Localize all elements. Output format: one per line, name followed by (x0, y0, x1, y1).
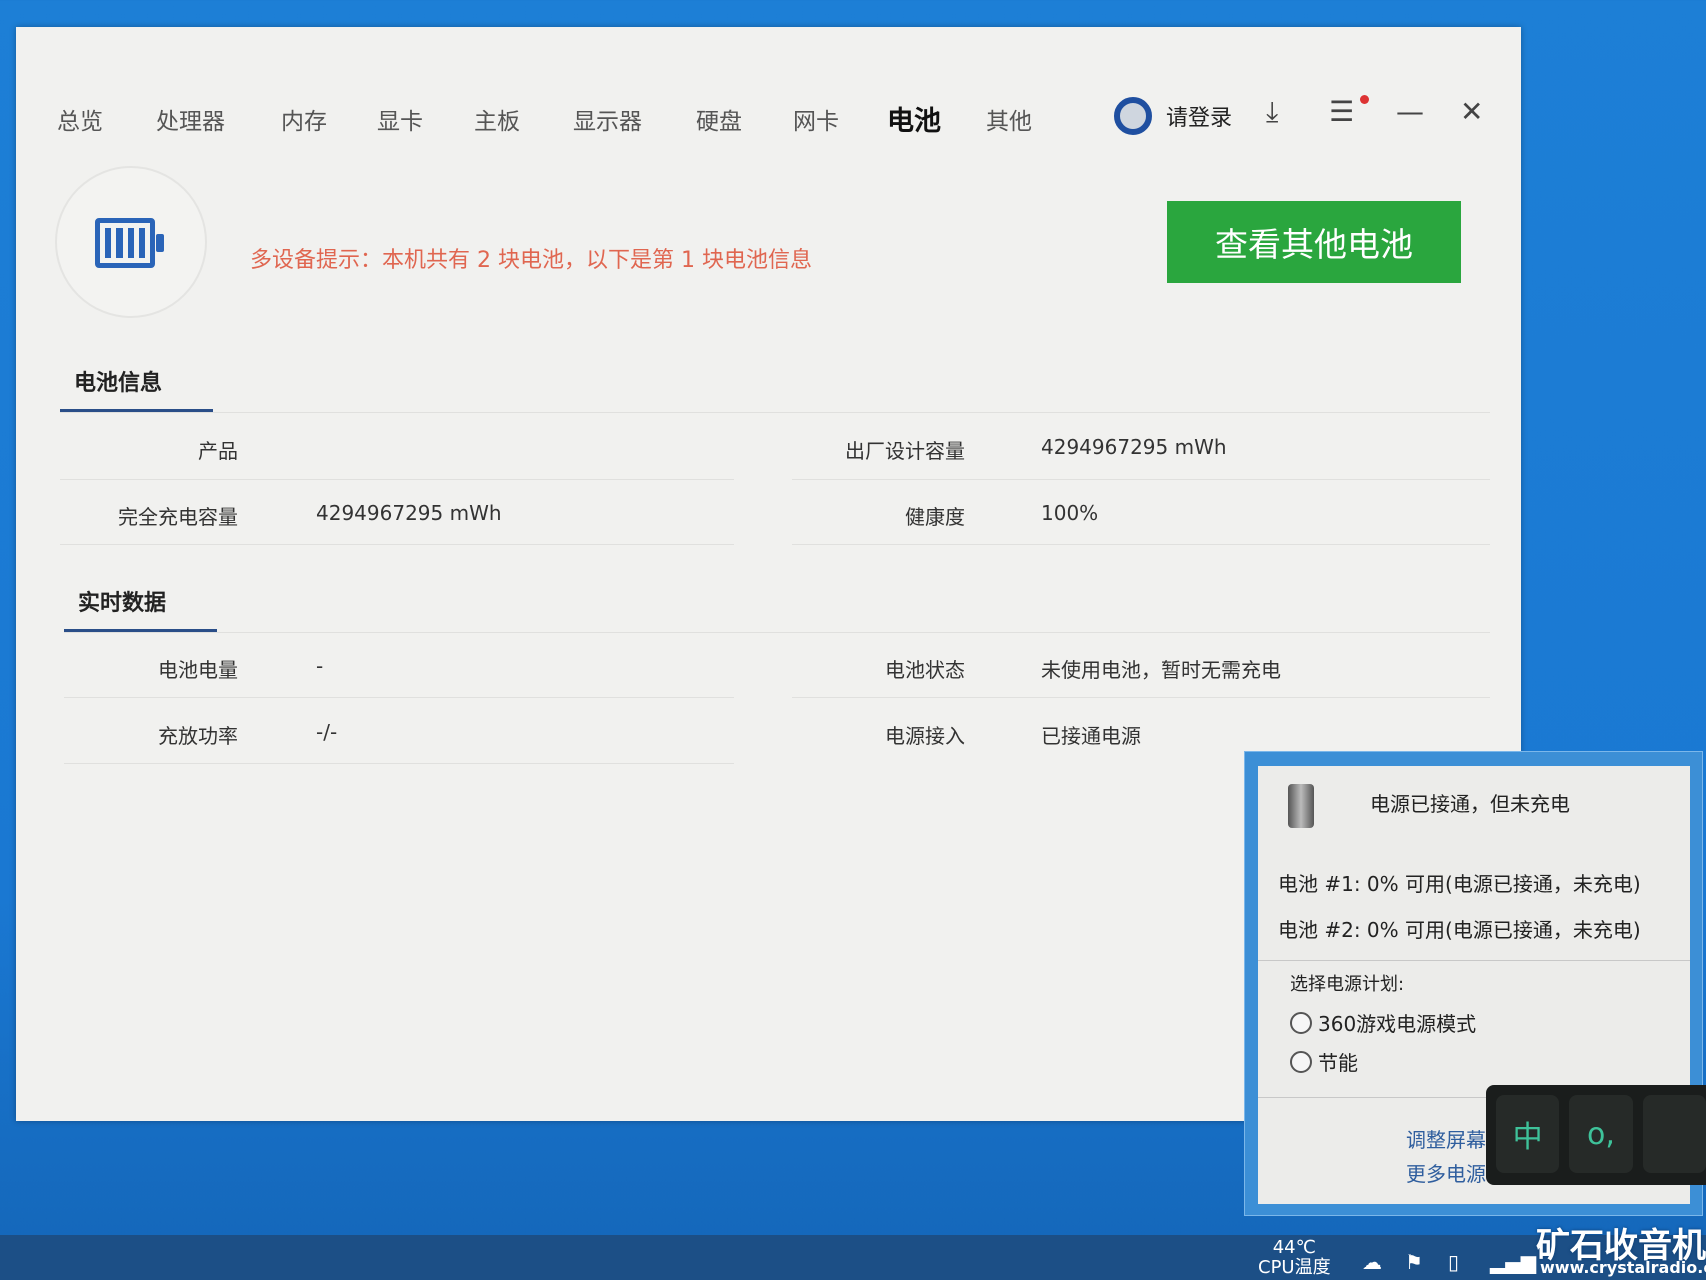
section-title-battery-info: 电池信息 (74, 371, 163, 396)
flag-icon[interactable]: ⚑ (1405, 1250, 1423, 1274)
value-full-charge-capacity: 4294967295 mWh (316, 501, 502, 525)
tab-network[interactable]: 网卡 (793, 102, 839, 136)
divider (60, 544, 734, 545)
section-title-realtime: 实时数据 (78, 591, 167, 616)
user-logo-icon (1114, 97, 1152, 135)
divider (64, 632, 1490, 633)
cpu-temp-label: CPU温度 (1258, 1257, 1331, 1278)
label-battery-status: 电池状态 (885, 658, 965, 682)
label-health: 健康度 (905, 505, 965, 529)
value-battery-level: - (316, 654, 324, 678)
plan-label: 360游戏电源模式 (1318, 1012, 1477, 1036)
label-full-charge-capacity: 完全充电容量 (118, 505, 238, 529)
value-health: 100% (1041, 501, 1099, 525)
login-button[interactable]: 请登录 (1114, 97, 1232, 135)
login-label: 请登录 (1166, 106, 1233, 131)
battery-1-status: 电池 #1: 0% 可用(电源已接通，未充电) (1278, 872, 1641, 896)
plugged-battery-icon (1288, 784, 1314, 828)
tab-motherboard[interactable]: 主板 (474, 102, 520, 136)
ime-key[interactable] (1642, 1095, 1706, 1173)
top-nav: 总览 处理器 内存 显卡 主板 显示器 硬盘 网卡 电池 其他 请登录 ⤓ ☰ … (16, 27, 1521, 157)
power-plan-label: 选择电源计划: (1290, 974, 1405, 995)
more-power-link[interactable]: 更多电源 (1406, 1158, 1486, 1187)
value-power-rate: -/- (316, 720, 338, 744)
value-power-source: 已接通电源 (1041, 724, 1141, 748)
ime-language-key[interactable]: 中 (1496, 1095, 1560, 1173)
tab-overview[interactable]: 总览 (57, 102, 103, 136)
label-power-rate: 充放功率 (158, 724, 238, 748)
battery-icon (55, 166, 207, 318)
watermark-url: www.crystalradio.cn (1540, 1258, 1706, 1277)
multi-battery-notice: 多设备提示：本机共有 2 块电池，以下是第 1 块电池信息 (250, 248, 812, 273)
tab-gpu[interactable]: 显卡 (377, 102, 423, 136)
tab-other[interactable]: 其他 (986, 102, 1032, 136)
cpu-temp-value: 44℃ (1272, 1237, 1316, 1258)
power-status: 电源已接通，但未充电 (1370, 792, 1570, 816)
network-signal-icon[interactable]: ▂▄▆ (1490, 1250, 1536, 1274)
ime-punctuation-key[interactable]: o, (1569, 1095, 1633, 1173)
plan-radio-360-game[interactable]: 360游戏电源模式 (1290, 1008, 1476, 1037)
notification-dot (1360, 95, 1369, 104)
tab-monitor[interactable]: 显示器 (573, 102, 642, 136)
divider (792, 544, 1490, 545)
tab-cpu[interactable]: 处理器 (156, 102, 225, 136)
divider (792, 479, 1490, 480)
label-design-capacity: 出厂设计容量 (845, 439, 965, 463)
tab-memory[interactable]: 内存 (281, 102, 327, 136)
divider (60, 412, 1490, 413)
close-icon[interactable]: ✕ (1460, 95, 1483, 128)
label-product: 产品 (198, 439, 238, 463)
plan-label: 节能 (1318, 1051, 1358, 1075)
label-power-source: 电源接入 (885, 724, 965, 748)
tab-battery[interactable]: 电池 (887, 99, 941, 138)
ime-toolbar: 中 o, (1486, 1085, 1706, 1185)
value-design-capacity: 4294967295 mWh (1041, 435, 1227, 459)
download-icon[interactable]: ⤓ (1266, 95, 1278, 129)
divider (64, 697, 734, 698)
plan-radio-power-saver[interactable]: 节能 (1290, 1047, 1358, 1076)
adjust-screen-link[interactable]: 调整屏幕 (1406, 1124, 1486, 1153)
divider (64, 763, 734, 764)
divider (60, 479, 734, 480)
cpu-temp[interactable]: 44℃ CPU温度 (1258, 1238, 1331, 1278)
label-battery-level: 电池电量 (158, 658, 238, 682)
battery-2-status: 电池 #2: 0% 可用(电源已接通，未充电) (1278, 918, 1641, 942)
value-battery-status: 未使用电池，暂时无需充电 (1041, 658, 1281, 682)
tab-disk[interactable]: 硬盘 (696, 102, 742, 136)
divider (792, 697, 1490, 698)
menu-icon[interactable]: ☰ (1329, 95, 1354, 128)
minimize-icon[interactable]: — (1396, 95, 1424, 128)
cloud-icon[interactable]: ☁ (1362, 1250, 1382, 1274)
view-other-battery-button[interactable]: 查看其他电池 (1167, 201, 1461, 283)
power-icon[interactable]: ▯ (1448, 1250, 1459, 1274)
